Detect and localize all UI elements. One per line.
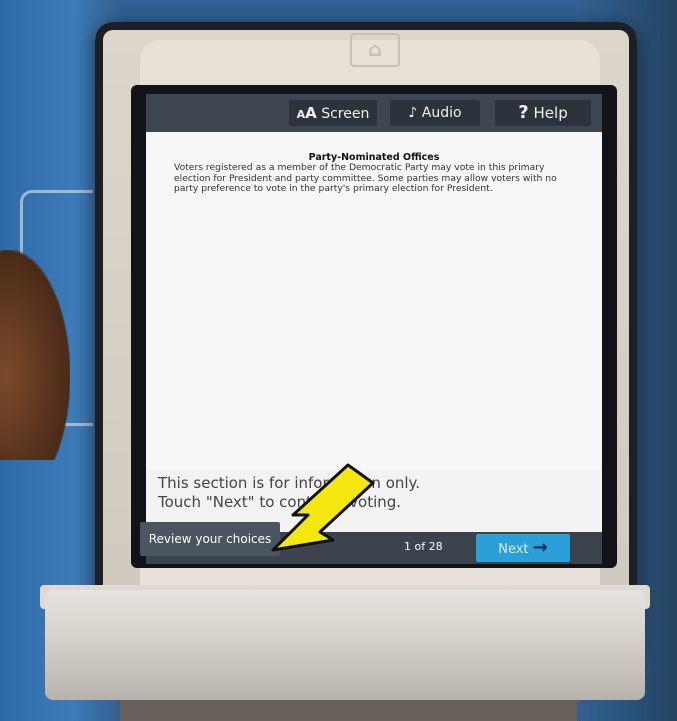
next-button[interactable]: Next → — [476, 534, 570, 562]
device-logo-icon: ⌂ — [350, 33, 400, 67]
next-arrow-icon: → — [532, 537, 548, 558]
audio-icon: ♪ — [408, 105, 418, 121]
hand — [0, 250, 70, 460]
section-body: Voters registered as a member of the Dem… — [174, 162, 557, 195]
review-choices-button[interactable]: Review your choices — [140, 522, 280, 556]
help-icon: ? — [518, 102, 529, 123]
audio-button[interactable]: ♪ Audio — [390, 100, 480, 126]
page-count: 1 of 28 — [404, 540, 443, 553]
content-panel: Party-Nominated Offices Voters registere… — [146, 132, 602, 470]
screen-aa-icon: A — [296, 108, 306, 121]
help-button[interactable]: ? Help — [495, 100, 591, 126]
device-lower-panel — [45, 590, 645, 700]
top-bar: AA Screen ♪ Audio ? Help — [146, 94, 602, 128]
screen-button[interactable]: AA Screen — [289, 100, 377, 126]
yellow-arrow-pointer-icon — [271, 463, 375, 552]
